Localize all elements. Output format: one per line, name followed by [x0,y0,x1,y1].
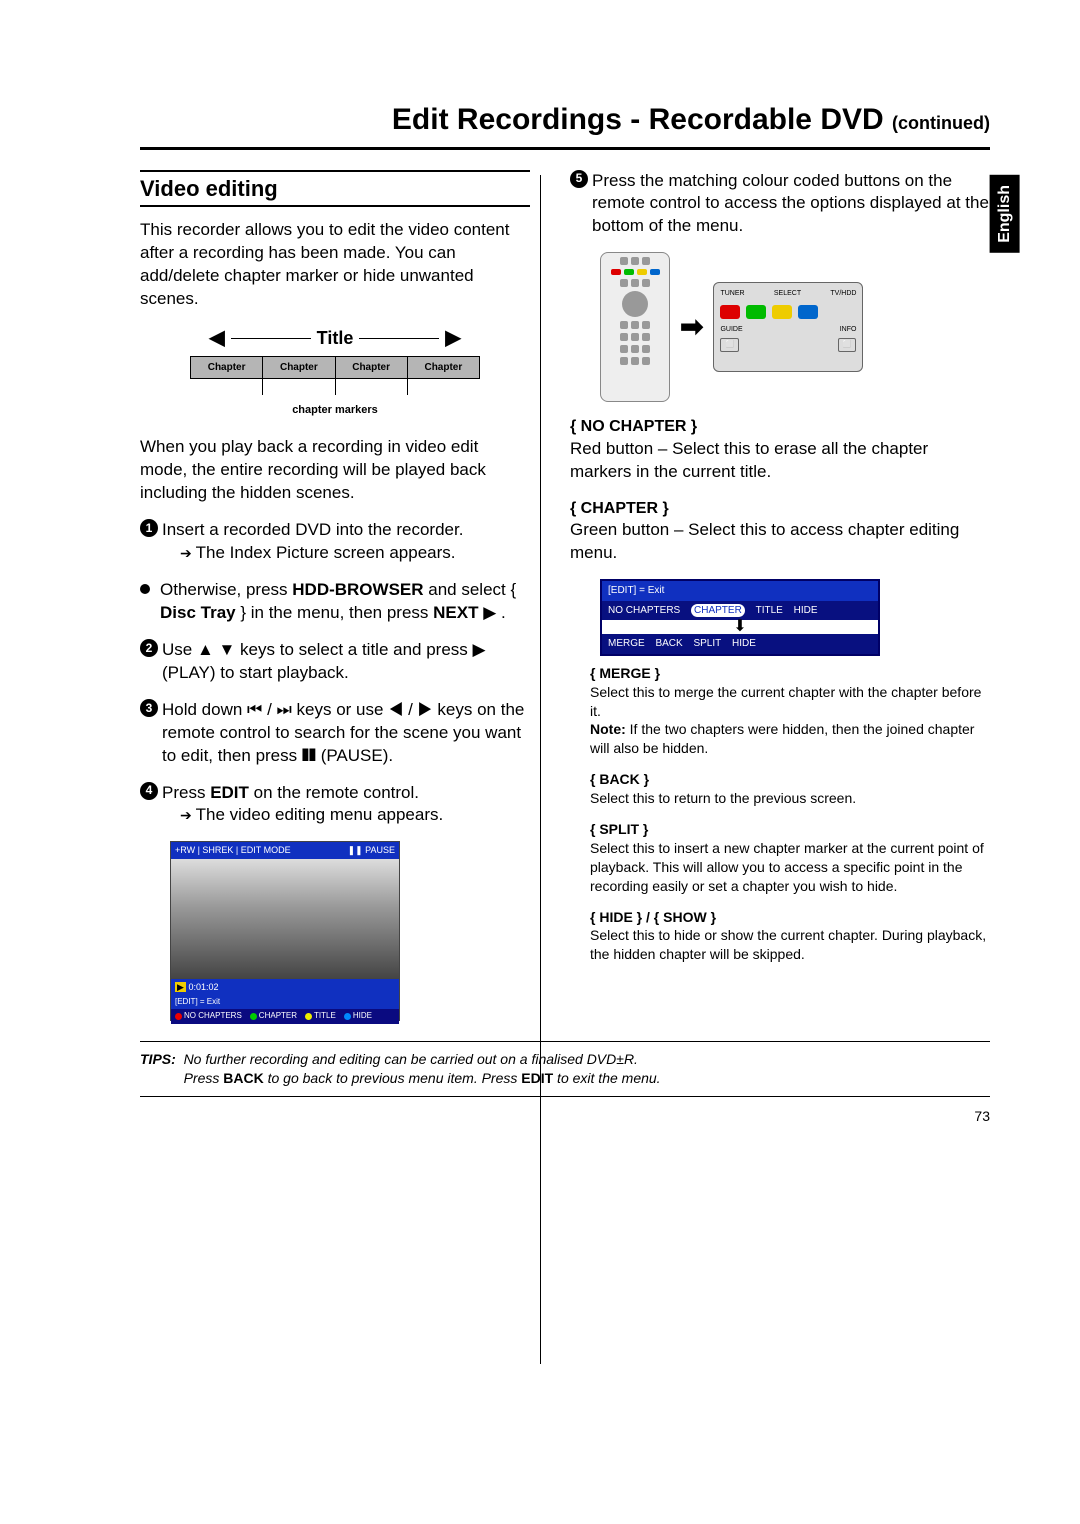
section-video-editing: Video editing [140,170,530,208]
chapter-bar: Chapter Chapter Chapter Chapter [190,356,480,380]
back-option: { BACK } Select this to return to the pr… [590,770,990,808]
language-tab: English [990,175,1020,253]
red-button-icon [720,305,740,319]
page-title-main: Edit Recordings - Recordable DVD [392,103,884,136]
yellow-button-icon [772,305,792,319]
ems-top-right: ❚❚ PAUSE [348,844,395,856]
step4-sub: The video editing menu appears. [180,805,443,824]
chapter-cell: Chapter [263,357,335,379]
column-divider [540,175,541,1364]
blue-button-icon [798,305,818,319]
no-chapter-heading: { NO CHAPTER } [570,416,990,438]
ems-top-left: +RW | SHREK | EDIT MODE [175,844,291,856]
step-1: 1 Insert a recorded DVD into the recorde… [140,519,530,565]
step3-text: Hold down ⏮ / ⏭ keys or use ◀ / ▶ keys o… [162,699,530,768]
step-5: 5 Press the matching colour coded button… [570,170,990,239]
step-3: 3 Hold down ⏮ / ⏭ keys or use ◀ / ▶ keys… [140,699,530,768]
green-button-icon [746,305,766,319]
menu-exit: [EDIT] = Exit [602,581,878,601]
step1-sub: The Index Picture screen appears. [180,543,456,562]
arrow-right-icon: ➡ [680,308,703,346]
step-number-icon: 1 [140,519,158,537]
chapter-menu-strip: [EDIT] = Exit NO CHAPTERS CHAPTER TITLE … [600,579,880,656]
diagram-title-label: Title [317,326,354,350]
step-2: 2 Use ▲ ▼ keys to select a title and pre… [140,639,530,685]
chapter-markers-label: chapter markers [140,403,530,418]
remote-diagram: ➡ TUNER SELECT TV/HDD GUIDE INFO [600,252,990,402]
chapter-heading: { CHAPTER } [570,498,990,520]
arrow-left-icon: ◀ [209,325,224,352]
step-4: 4 Press EDIT on the remote control. The … [140,782,530,828]
no-chapter-text: Red button – Select this to erase all th… [570,438,990,484]
edit-mode-screenshot: +RW | SHREK | EDIT MODE ❚❚ PAUSE ▶ 0:01:… [170,841,400,1021]
step-number-icon: 3 [140,699,158,717]
bullet-icon [140,584,150,594]
page-title: Edit Recordings - Recordable DVD (contin… [140,100,990,150]
step-bullet: Otherwise, press HDD-BROWSER and select … [140,579,530,625]
ems-edit-exit: [EDIT] = Exit [171,995,399,1010]
step5-text: Press the matching colour coded buttons … [592,170,990,239]
page-number: 73 [140,1107,990,1126]
arrow-down-icon: ⬇ [602,620,878,634]
tips-label: TIPS: [140,1051,176,1067]
step-number-icon: 5 [570,170,588,188]
remote-icon [600,252,670,402]
playback-note: When you play back a recording in video … [140,436,530,505]
step1-text: Insert a recorded DVD into the recorder. [162,520,463,539]
step-number-icon: 4 [140,782,158,800]
title-diagram: ◀ Title ▶ Chapter Chapter Chapter Chapte… [140,325,530,418]
arrow-right-icon: ▶ [445,325,460,352]
intro-text: This recorder allows you to edit the vid… [140,219,530,311]
chapter-cell: Chapter [408,357,479,379]
merge-option: { MERGE } Select this to merge the curre… [590,664,990,758]
step2-text: Use ▲ ▼ keys to select a title and press… [162,639,530,685]
remote-zoom-panel: TUNER SELECT TV/HDD GUIDE INFO ⬜ ⬜ [713,282,863,372]
tips-footer: TIPS: No further recording and editing c… [140,1041,990,1097]
chapter-text: Green button – Select this to access cha… [570,519,990,565]
chapter-cell: Chapter [191,357,263,379]
chapter-cell: Chapter [336,357,408,379]
step-number-icon: 2 [140,639,158,657]
hide-option: { HIDE } / { SHOW } Select this to hide … [590,908,990,965]
page-title-suffix: (continued) [892,113,990,133]
split-option: { SPLIT } Select this to insert a new ch… [590,820,990,896]
